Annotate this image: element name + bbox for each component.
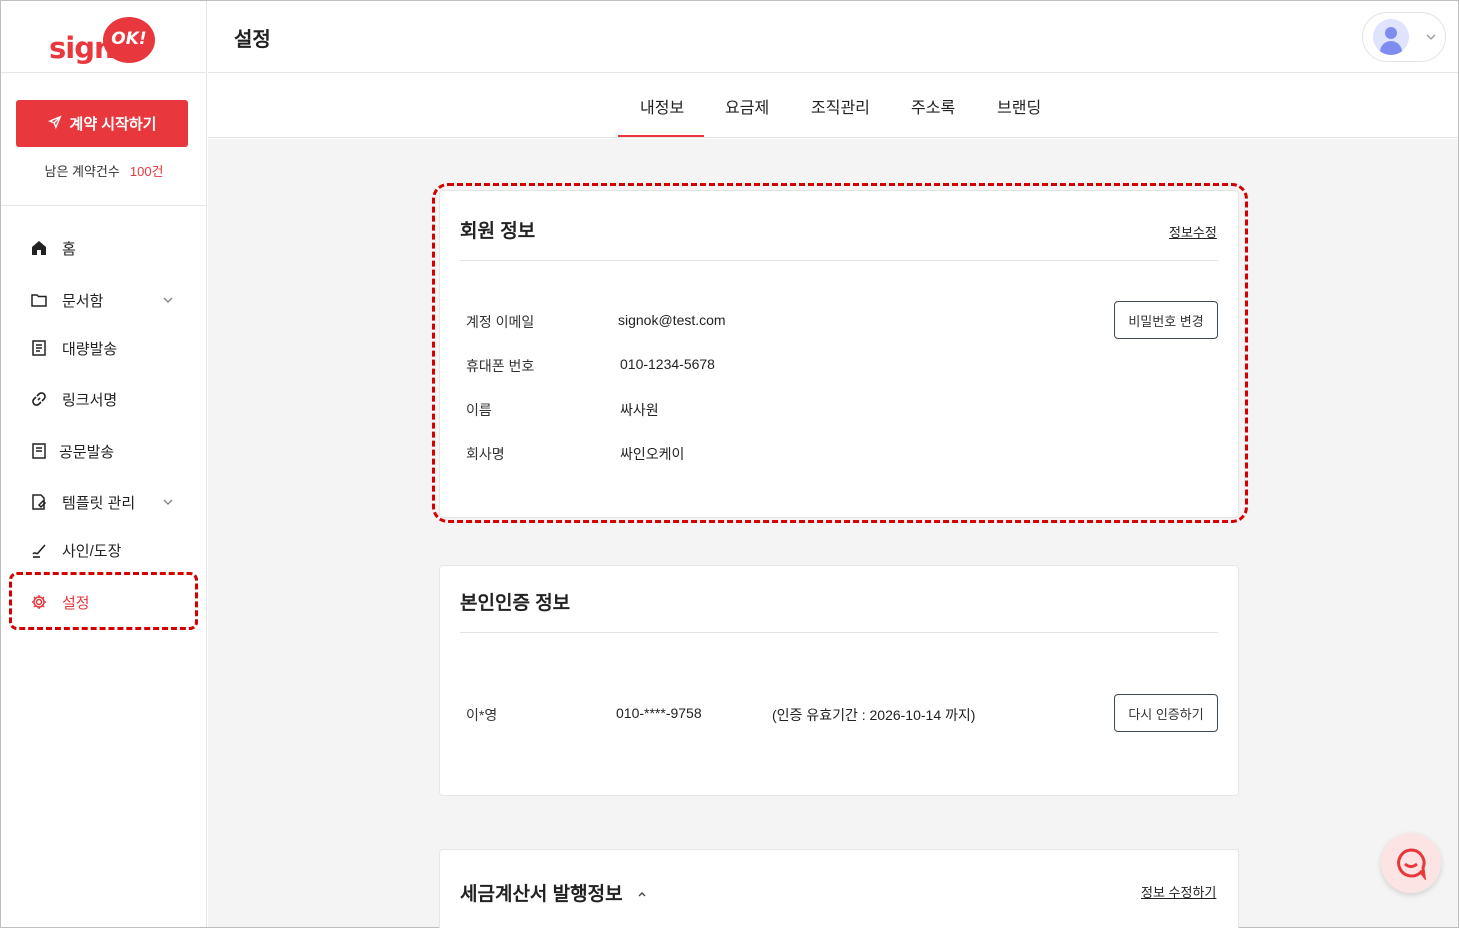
link-icon <box>29 389 49 409</box>
edit-tax-info-link[interactable]: 정보 수정하기 <box>1141 882 1216 901</box>
home-icon <box>29 238 49 258</box>
header: 설정 <box>208 1 1458 73</box>
sidebar-item-label: 문서함 <box>62 292 104 310</box>
verified-phone: 010-****-9758 <box>616 705 702 721</box>
sidebar: sign OK! 계약 시작하기 남은 계약건수 100건 홈 문서함 대량발송 … <box>1 1 207 927</box>
tab-address-book[interactable]: 주소록 <box>911 94 955 118</box>
tax-invoice-title: 세금계산서 발행정보 <box>460 879 648 906</box>
tab-branding[interactable]: 브랜딩 <box>997 94 1041 118</box>
chevron-up-icon[interactable] <box>636 888 648 900</box>
sidebar-item-signature[interactable]: 사인/도장 <box>1 530 207 570</box>
remaining-label: 남은 계약건수 <box>44 164 120 179</box>
template-icon <box>29 492 49 512</box>
card-divider <box>460 632 1218 633</box>
avatar <box>1373 19 1409 55</box>
active-tab-indicator <box>618 135 704 137</box>
sidebar-item-templates[interactable]: 템플릿 관리 <box>1 482 207 522</box>
profile-menu[interactable] <box>1362 12 1446 62</box>
remaining-count: 100건 <box>129 164 164 179</box>
send-icon <box>47 114 62 133</box>
settings-highlight <box>9 572 198 630</box>
remaining-contracts: 남은 계약건수 100건 <box>1 161 207 180</box>
sidebar-item-documents[interactable]: 문서함 <box>1 280 207 320</box>
sidebar-item-label: 공문발송 <box>59 443 115 461</box>
start-contract-button[interactable]: 계약 시작하기 <box>16 100 188 147</box>
identity-info-title: 본인인증 정보 <box>460 593 571 614</box>
sidebar-item-label: 대량발송 <box>62 340 118 358</box>
tab-plans[interactable]: 요금제 <box>725 94 769 118</box>
sidebar-item-label: 사인/도장 <box>62 542 122 560</box>
logo[interactable]: sign OK! <box>1 1 207 73</box>
sidebar-item-home[interactable]: 홈 <box>1 228 207 268</box>
start-contract-label: 계약 시작하기 <box>69 116 157 133</box>
sidebar-item-official-send[interactable]: 공문발송 <box>1 431 207 471</box>
tab-my-info[interactable]: 내정보 <box>640 94 684 118</box>
logo-badge: OK! <box>103 17 155 63</box>
chat-icon <box>1397 848 1427 880</box>
tax-invoice-title-text: 세금계산서 발행정보 <box>460 884 623 905</box>
sidebar-item-label: 템플릿 관리 <box>62 494 136 512</box>
sidebar-divider <box>1 205 207 206</box>
verified-name: 이*영 <box>466 707 498 723</box>
chat-support-button[interactable] <box>1381 833 1441 893</box>
page-title: 설정 <box>234 29 271 51</box>
sidebar-item-label: 링크서명 <box>62 391 118 409</box>
verification-validity: (인증 유효기간 : 2026-10-14 까지) <box>772 707 976 723</box>
sidebar-item-link-sign[interactable]: 링크서명 <box>1 379 207 419</box>
tab-organization[interactable]: 조직관리 <box>811 94 870 118</box>
chevron-down-icon[interactable] <box>161 495 175 509</box>
tax-invoice-card: 세금계산서 발행정보 정보 수정하기 <box>439 849 1239 928</box>
member-info-highlight <box>432 183 1248 523</box>
identity-info-card: 본인인증 정보 이*영 010-****-9758 (인증 유효기간 : 202… <box>439 565 1239 796</box>
chevron-down-icon[interactable] <box>161 293 175 307</box>
settings-tabs: 내정보 요금제 조직관리 주소록 브랜딩 <box>208 74 1458 138</box>
folder-icon <box>29 290 49 310</box>
bulk-send-icon <box>29 338 49 358</box>
document-icon <box>29 441 49 461</box>
reverify-button[interactable]: 다시 인증하기 <box>1114 694 1218 732</box>
signature-icon <box>29 540 49 560</box>
sidebar-item-bulk-send[interactable]: 대량발송 <box>1 328 207 368</box>
chevron-down-icon <box>1426 34 1436 40</box>
sidebar-item-label: 홈 <box>62 240 76 258</box>
